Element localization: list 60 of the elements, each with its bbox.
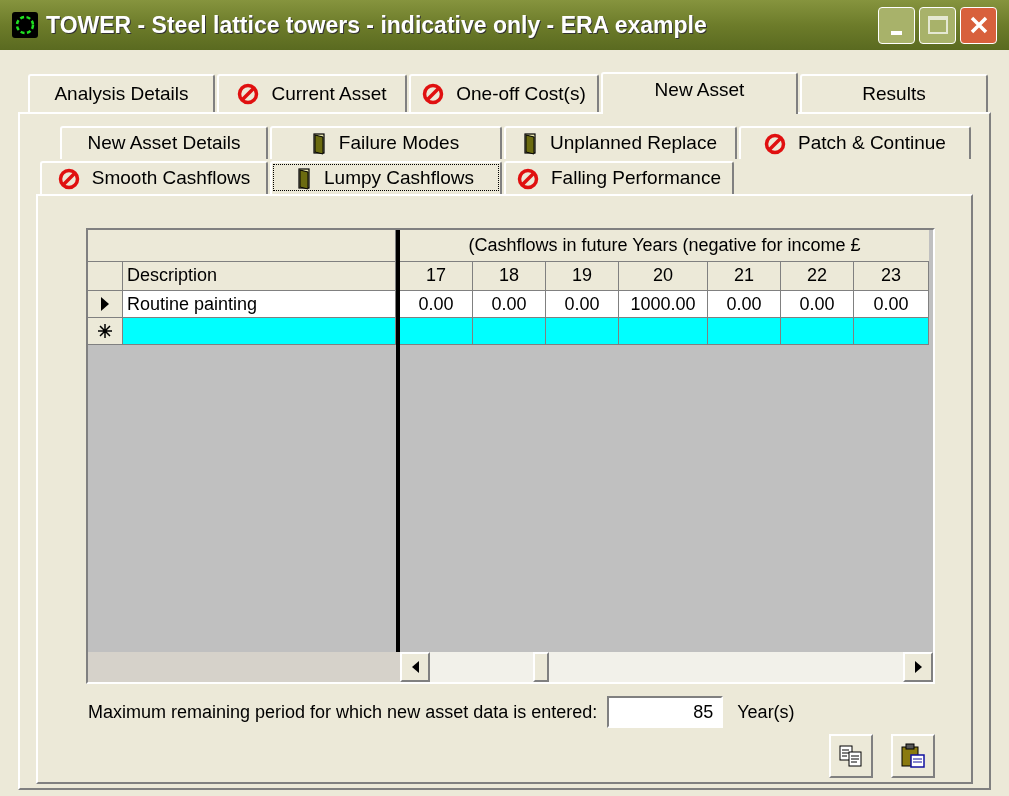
table-cell: 0.00 <box>400 291 473 318</box>
header-cell: 17 <box>400 262 473 291</box>
close-button[interactable] <box>960 6 997 44</box>
header-cell: (Cashflows in future Years (negative for income £ <box>400 230 929 262</box>
copy-button[interactable] <box>829 734 873 778</box>
app-icon <box>12 12 38 38</box>
header-cell: 19 <box>546 262 619 291</box>
minimize-button[interactable] <box>878 6 915 44</box>
left-arrow-icon <box>411 661 419 673</box>
door-icon <box>312 132 327 155</box>
clipboard-icon <box>900 743 926 769</box>
current-row-icon <box>100 296 110 312</box>
table-cell: 0.00 <box>708 291 781 318</box>
prohibited-icon <box>764 132 787 155</box>
right-arrow-icon <box>914 661 922 673</box>
copy-icon <box>839 745 863 767</box>
header-cell: 21 <box>708 262 781 291</box>
table-cell: 0.00 <box>781 291 854 318</box>
tab[interactable]: Current Asset <box>217 74 407 112</box>
prohibited-icon <box>57 167 80 190</box>
maximize-button[interactable] <box>919 6 956 44</box>
period-label: Maximum remaining period for which new asset data is entered: <box>88 700 598 724</box>
prohibited-icon <box>517 167 539 190</box>
scroll-thumb[interactable] <box>533 652 549 682</box>
window-title: TOWER - Steel lattice towers - indicative only - ERA example <box>46 10 707 40</box>
scroll-right-button[interactable] <box>903 652 933 682</box>
table-cell: Routine painting <box>123 291 396 318</box>
tab[interactable]: Failure Modes <box>270 126 502 159</box>
horizontal-scrollbar[interactable] <box>400 652 933 682</box>
tab[interactable]: One-off Cost(s) <box>409 74 599 112</box>
tab[interactable]: New Asset Details <box>60 126 268 159</box>
scroll-left-button[interactable] <box>400 652 430 682</box>
table-cell: 0.00 <box>473 291 546 318</box>
tab[interactable]: Patch & Continue <box>739 126 971 159</box>
row-selector[interactable] <box>88 291 123 318</box>
table-cell: 0.00 <box>546 291 619 318</box>
paste-button[interactable] <box>891 734 935 778</box>
door-icon <box>524 132 539 155</box>
tab[interactable]: Unplanned Replace <box>504 126 737 159</box>
table-cell: 0.00 <box>854 291 929 318</box>
tab[interactable]: Falling Performance <box>504 161 734 194</box>
prohibited-icon <box>422 83 445 105</box>
tab[interactable]: Lumpy Cashflows <box>270 161 502 194</box>
tab[interactable]: Results <box>800 74 988 112</box>
row-selector[interactable] <box>88 318 123 345</box>
new-row-icon <box>97 323 113 339</box>
tab[interactable]: New Asset <box>601 72 798 114</box>
tab[interactable]: Smooth Cashflows <box>40 161 268 194</box>
table-cell: 1000.00 <box>619 291 708 318</box>
close-icon <box>968 15 989 35</box>
header-cell: 22 <box>781 262 854 291</box>
header-cell: 23 <box>854 262 929 291</box>
header-cell: 20 <box>619 262 708 291</box>
prohibited-icon <box>237 83 260 105</box>
tab[interactable]: Analysis Details <box>28 74 215 112</box>
unit-label: Year(s) <box>737 700 795 724</box>
header-cell: Description <box>123 262 396 291</box>
period-field[interactable]: 85 <box>607 696 724 728</box>
header-cell: 18 <box>473 262 546 291</box>
door-icon <box>298 167 312 190</box>
